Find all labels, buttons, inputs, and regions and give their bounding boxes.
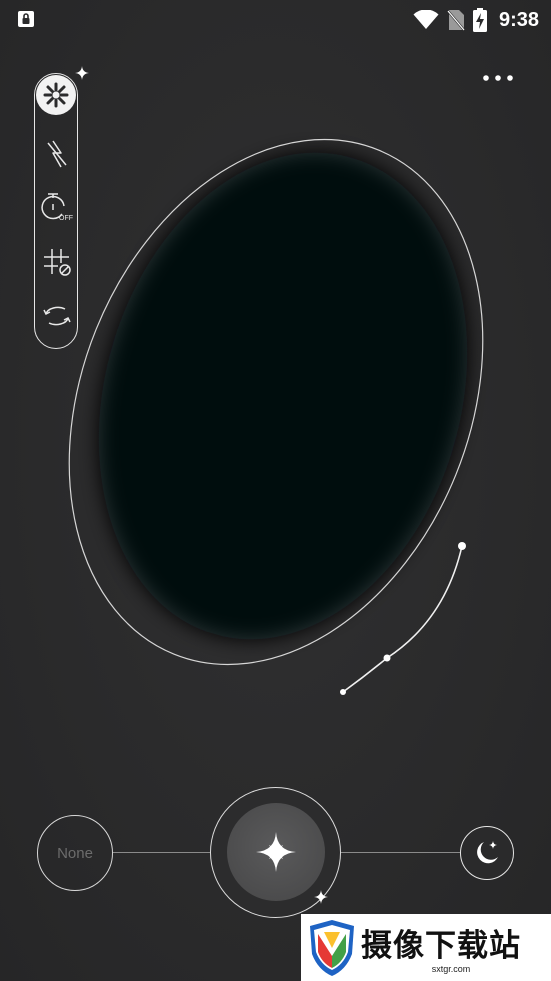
filter-none-button[interactable]: None	[37, 815, 113, 891]
zoom-handle-max[interactable]	[458, 542, 466, 550]
viewfinder-preview	[98, 152, 468, 640]
zoom-handle-current[interactable]	[383, 654, 391, 662]
divider-line-right	[341, 852, 460, 853]
camera-screen: 9:38 OFF None 摄像下载站 sxtgr.com	[0, 0, 551, 981]
watermark-banner: 摄像下载站 sxtgr.com	[301, 914, 551, 981]
watermark-url: sxtgr.com	[431, 964, 471, 974]
battery-charging-icon	[472, 8, 487, 32]
sparkle-icon	[314, 890, 328, 904]
watermark-title: 摄像下载站	[361, 928, 521, 964]
sparkle-icon	[75, 66, 89, 80]
status-bar: 9:38	[0, 0, 551, 40]
night-mode-button[interactable]	[460, 826, 514, 880]
status-time: 9:38	[498, 8, 539, 31]
wifi-icon	[413, 10, 439, 29]
divider-line-left	[113, 852, 210, 853]
no-sim-icon	[447, 10, 465, 31]
zoom-handle-min[interactable]	[340, 689, 346, 695]
moon-star-icon	[477, 841, 498, 864]
lock-icon	[18, 11, 34, 27]
sparkle-star-icon	[256, 832, 296, 872]
shutter-button[interactable]	[227, 803, 325, 901]
filter-none-label: None	[57, 844, 93, 862]
more-dots-icon	[483, 75, 513, 81]
viewfinder[interactable]	[0, 100, 551, 720]
more-options-button[interactable]	[481, 68, 517, 88]
